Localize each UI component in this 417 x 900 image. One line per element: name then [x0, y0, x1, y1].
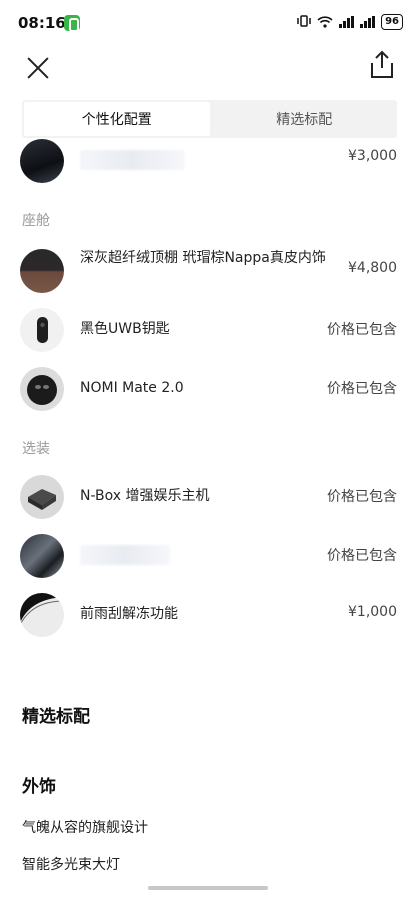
item-price: ¥4,800: [348, 260, 397, 276]
section-label-cabin: 座舱: [22, 213, 50, 229]
signal-icon-2: [360, 16, 376, 28]
close-button[interactable]: [24, 54, 52, 82]
windshield-icon: [20, 593, 64, 637]
wifi-icon: [317, 16, 333, 28]
share-button[interactable]: [369, 50, 395, 80]
battery-icon: 96: [381, 14, 403, 30]
config-tabs: 个性化配置 精选标配: [22, 100, 397, 138]
section-label-options: 选装: [22, 441, 50, 457]
vibrate-icon: [297, 14, 311, 30]
signal-icon-1: [339, 16, 355, 28]
exterior-item: 气魄从容的旗舰设计: [22, 820, 148, 836]
list-item[interactable]: 黑色UWB钥匙 价格已包含: [0, 303, 417, 355]
item-price: ¥3,000: [348, 148, 397, 164]
status-icons: 96: [297, 14, 403, 30]
item-name: 黑色UWB钥匙: [80, 321, 170, 337]
item-name: NOMI Mate 2.0: [80, 380, 184, 396]
item-price: 价格已包含: [327, 548, 397, 564]
nomi-device-icon: [20, 367, 64, 411]
wheel-thumbnail-icon: [20, 139, 64, 183]
item-name: 前雨刮解冻功能: [80, 606, 178, 622]
status-bar: 08:16 96: [0, 0, 417, 44]
list-item[interactable]: 价格已包含: [0, 529, 417, 581]
exterior-item: 智能多光束大灯: [22, 857, 120, 873]
exterior-heading: 外饰: [22, 777, 56, 797]
item-name: N-Box 增强娱乐主机: [80, 488, 210, 504]
key-fob-icon: [20, 308, 64, 352]
item-name-redacted: [80, 150, 185, 170]
tab-standard[interactable]: 精选标配: [212, 100, 398, 138]
app-notification-icon: [64, 15, 80, 32]
interior-swatch-icon: [20, 249, 64, 293]
status-time: 08:16: [18, 14, 66, 32]
share-icon: [371, 50, 393, 78]
item-price: 价格已包含: [327, 322, 397, 338]
list-item[interactable]: N-Box 增强娱乐主机 价格已包含: [0, 470, 417, 522]
home-indicator[interactable]: [148, 886, 268, 890]
list-item[interactable]: 深灰超纤绒顶棚 玳瑁棕Nappa真皮内饰 ¥4,800: [0, 244, 417, 296]
item-price: 价格已包含: [327, 489, 397, 505]
item-price: 价格已包含: [327, 381, 397, 397]
list-item[interactable]: ¥3,000: [0, 134, 417, 186]
item-name-redacted: [80, 545, 170, 565]
item-name: 深灰超纤绒顶棚 玳瑁棕Nappa真皮内饰: [80, 250, 326, 266]
standard-config-heading: 精选标配: [22, 707, 90, 727]
list-item[interactable]: 前雨刮解冻功能 ¥1,000: [0, 588, 417, 640]
tab-personalized[interactable]: 个性化配置: [24, 102, 210, 136]
list-item[interactable]: NOMI Mate 2.0 价格已包含: [0, 362, 417, 414]
item-price: ¥1,000: [348, 604, 397, 620]
nbox-device-icon: [20, 475, 64, 519]
top-bar: [0, 44, 417, 92]
option-thumbnail-icon: [20, 534, 64, 578]
